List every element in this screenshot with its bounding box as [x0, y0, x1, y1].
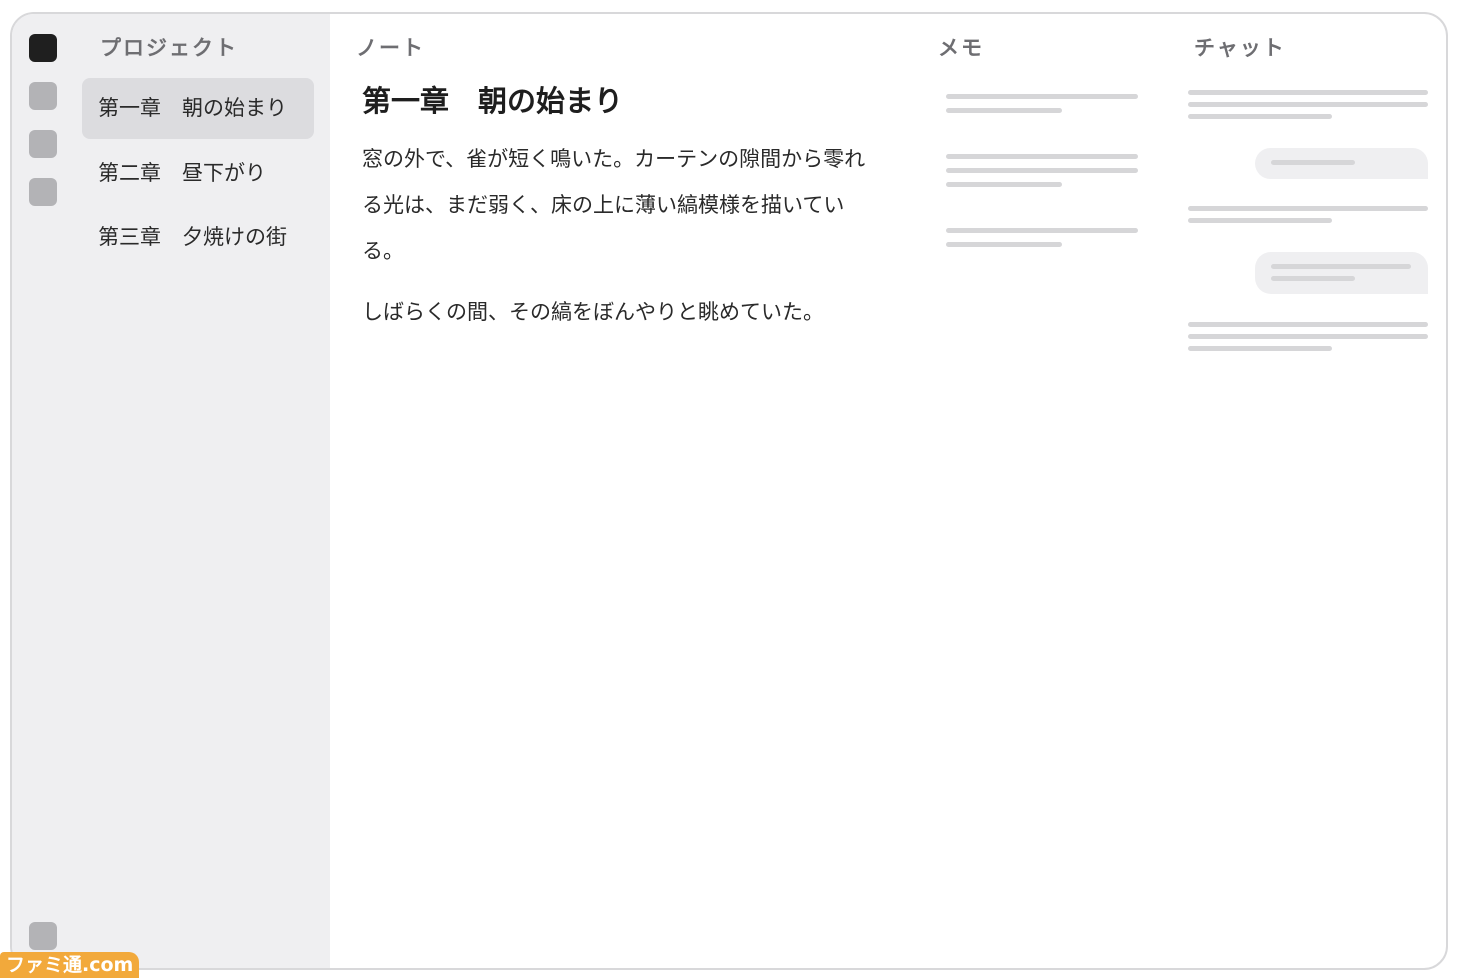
- note-header: ノート: [356, 36, 425, 60]
- note-editor[interactable]: 窓の外で、雀が短く鳴いた。カーテンの隙間から零れる光は、まだ弱く、床の上に薄い縞…: [362, 136, 872, 350]
- memo-panel: メモ: [920, 14, 1180, 968]
- memo-line: [946, 154, 1138, 159]
- chat-line: [1188, 346, 1332, 351]
- note-panel: ノート 第一章 朝の始まり 窓の外で、雀が短く鳴いた。カーテンの隙間から零れる光…: [330, 14, 920, 968]
- memo-line: [946, 228, 1138, 233]
- chat-line: [1188, 218, 1332, 223]
- rail-icon-3[interactable]: [29, 130, 57, 158]
- app-window: プロジェクト 第一章 朝の始まり 第二章 昼下がり 第三章 夕焼けの街 ノート …: [10, 12, 1448, 970]
- memo-line: [946, 168, 1138, 173]
- chapter-item-3[interactable]: 第三章 夕焼けの街: [82, 207, 314, 268]
- chat-line: [1188, 114, 1332, 119]
- chat-line: [1188, 322, 1428, 327]
- project-header: プロジェクト: [100, 36, 238, 60]
- chat-panel: チャット: [1180, 14, 1446, 968]
- chat-line: [1188, 102, 1428, 107]
- memo-line: [946, 108, 1062, 113]
- chat-bubble-user: [1255, 252, 1428, 294]
- note-paragraph-2: しばらくの間、その縞をぼんやりと眺めていた。: [362, 300, 824, 324]
- chat-line: [1188, 90, 1428, 95]
- watermark-logo: ファミ通.com: [0, 952, 140, 978]
- chat-line: [1271, 264, 1411, 269]
- icon-rail: [12, 14, 82, 968]
- project-sidebar: プロジェクト 第一章 朝の始まり 第二章 昼下がり 第三章 夕焼けの街: [82, 14, 330, 968]
- rail-icon-4[interactable]: [29, 178, 57, 206]
- note-paragraph-1: 窓の外で、雀が短く鳴いた。カーテンの隙間から零れる光は、まだ弱く、床の上に薄い縞…: [362, 147, 866, 263]
- memo-header: メモ: [938, 36, 984, 60]
- chapter-item-2[interactable]: 第二章 昼下がり: [82, 143, 314, 204]
- chat-header: チャット: [1194, 36, 1286, 60]
- chat-line: [1188, 206, 1428, 211]
- chat-line: [1271, 160, 1355, 165]
- rail-icon-1[interactable]: [29, 34, 57, 62]
- chat-bubble-user: [1255, 148, 1428, 179]
- chat-line: [1188, 334, 1428, 339]
- chapter-item-1[interactable]: 第一章 朝の始まり: [82, 78, 314, 139]
- memo-line: [946, 182, 1062, 187]
- memo-line: [946, 94, 1138, 99]
- rail-settings-icon[interactable]: [29, 922, 57, 950]
- rail-icon-2[interactable]: [29, 82, 57, 110]
- note-title[interactable]: 第一章 朝の始まり: [362, 78, 623, 120]
- memo-line: [946, 242, 1062, 247]
- chat-line: [1271, 276, 1355, 281]
